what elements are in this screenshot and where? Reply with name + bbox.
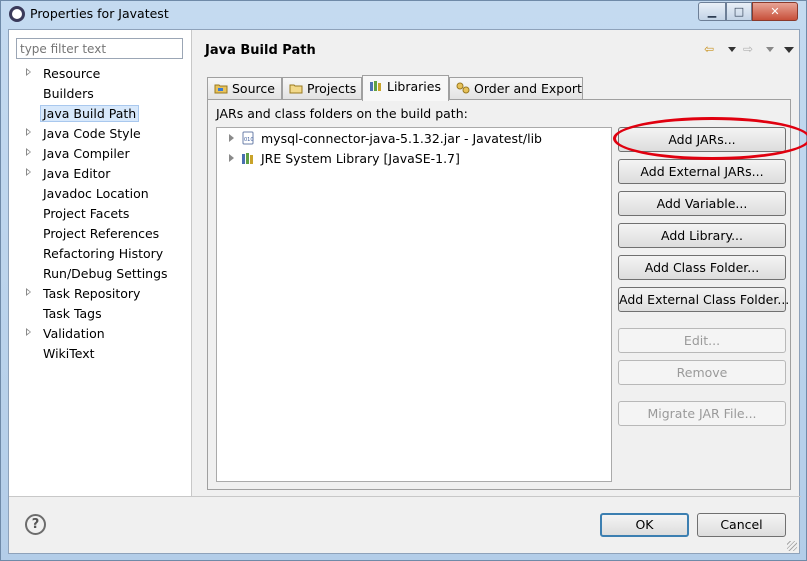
sidebar-item-label: Resource — [43, 66, 101, 81]
add-class-folder-button[interactable]: Add Class Folder... — [618, 255, 786, 280]
tab-projects[interactable]: Projects — [282, 77, 362, 99]
main-panel: Java Build Path ⇦ ⇨ Source Projects Libr… — [193, 30, 807, 496]
sidebar-item-label: Java Code Style — [43, 126, 141, 141]
edit-button[interactable]: Edit... — [618, 328, 786, 353]
add-external-class-folder-button[interactable]: Add External Class Folder... — [618, 287, 789, 312]
title-bar[interactable]: Properties for Javatest ▁ □ ✕ — [1, 1, 806, 27]
ok-button[interactable]: OK — [600, 513, 689, 537]
sidebar-item-project-references[interactable]: Project References — [9, 224, 192, 243]
migrate-jar-button[interactable]: Migrate JAR File... — [618, 401, 786, 426]
tab-source[interactable]: Source — [207, 77, 282, 99]
list-item[interactable]: 010 mysql-connector-java-5.1.32.jar - Ja… — [217, 129, 611, 149]
expand-arrow-icon[interactable] — [26, 148, 31, 156]
expand-arrow-icon[interactable] — [229, 134, 234, 142]
expand-arrow-icon[interactable] — [26, 128, 31, 136]
preference-nav: Resource Builders Java Build Path Java Code… — [9, 30, 192, 496]
sidebar-item-refactoring-history[interactable]: Refactoring History — [9, 244, 192, 263]
minimize-button[interactable]: ▁ — [698, 2, 726, 21]
order-export-icon — [456, 82, 470, 94]
help-icon[interactable]: ? — [25, 514, 46, 535]
footer-divider — [9, 496, 801, 497]
expand-arrow-icon[interactable] — [229, 154, 234, 162]
filter-input[interactable] — [16, 38, 183, 59]
sidebar-item-label: Java Build Path — [40, 105, 140, 122]
sidebar-item-resource[interactable]: Resource — [9, 64, 192, 83]
maximize-button[interactable]: □ — [726, 2, 752, 21]
window-title: Properties for Javatest — [30, 6, 169, 21]
expand-arrow-icon[interactable] — [26, 68, 31, 76]
sidebar-item-label: Java Editor — [43, 166, 111, 181]
cancel-button[interactable]: Cancel — [697, 513, 786, 537]
add-external-jars-button[interactable]: Add External JARs... — [618, 159, 786, 184]
back-arrow-icon[interactable]: ⇦ — [704, 42, 714, 56]
sidebar-item-task-repository[interactable]: Task Repository — [9, 284, 192, 303]
page-title: Java Build Path — [205, 43, 316, 58]
back-dropdown-icon[interactable] — [728, 47, 736, 52]
tab-order-and-export[interactable]: Order and Export — [449, 77, 583, 99]
build-path-label: JARs and class folders on the build path… — [216, 106, 468, 121]
add-jars-button[interactable]: Add JARs... — [618, 127, 786, 152]
sidebar-item-label: Run/Debug Settings — [43, 266, 168, 281]
source-folder-icon — [214, 82, 228, 94]
view-menu-icon[interactable] — [784, 47, 794, 53]
sidebar-item-java-editor[interactable]: Java Editor — [9, 164, 192, 183]
sidebar-item-label: Builders — [43, 86, 94, 101]
eclipse-app-icon — [9, 6, 25, 22]
sidebar-item-validation[interactable]: Validation — [9, 324, 192, 343]
forward-dropdown-icon[interactable] — [766, 47, 774, 52]
sidebar-item-label: Java Compiler — [43, 146, 130, 161]
sidebar-item-label: Task Tags — [43, 306, 102, 321]
dialog-body: Resource Builders Java Build Path Java Code… — [8, 29, 807, 554]
expand-arrow-icon[interactable] — [26, 168, 31, 176]
sidebar-item-label: Javadoc Location — [43, 186, 149, 201]
sidebar-item-label: WikiText — [43, 346, 95, 361]
sidebar-item-label: Refactoring History — [43, 246, 164, 261]
maximize-icon: □ — [733, 5, 745, 18]
libraries-icon — [369, 80, 383, 92]
add-library-button[interactable]: Add Library... — [618, 223, 786, 248]
resize-grip[interactable] — [787, 541, 797, 551]
sidebar-item-wikitext[interactable]: WikiText — [9, 344, 192, 363]
svg-text:010: 010 — [244, 137, 254, 143]
sidebar-item-javadoc-location[interactable]: Javadoc Location — [9, 184, 192, 203]
remove-button[interactable]: Remove — [618, 360, 786, 385]
tab-libraries[interactable]: Libraries — [362, 75, 449, 101]
sidebar-item-run-debug-settings[interactable]: Run/Debug Settings — [9, 264, 192, 283]
expand-arrow-icon[interactable] — [26, 288, 31, 296]
sidebar-item-label: Validation — [43, 326, 105, 341]
sidebar-item-label: Project Facets — [43, 206, 130, 221]
close-button[interactable]: ✕ — [752, 2, 798, 21]
jre-library-icon — [241, 151, 255, 165]
properties-window: Properties for Javatest ▁ □ ✕ Resource Bu… — [0, 0, 807, 561]
minimize-icon: ▁ — [707, 5, 717, 18]
sidebar-item-label: Project References — [43, 226, 160, 241]
sidebar-item-task-tags[interactable]: Task Tags — [9, 304, 192, 323]
sidebar-item-java-code-style[interactable]: Java Code Style — [9, 124, 192, 143]
sidebar-item-project-facets[interactable]: Project Facets — [9, 204, 192, 223]
sidebar-item-label: Task Repository — [43, 286, 141, 301]
forward-arrow-icon[interactable]: ⇨ — [743, 42, 753, 56]
add-variable-button[interactable]: Add Variable... — [618, 191, 786, 216]
libraries-panel: JARs and class folders on the build path… — [207, 99, 807, 490]
sidebar-item-builders[interactable]: Builders — [9, 84, 192, 103]
sidebar-item-java-compiler[interactable]: Java Compiler — [9, 144, 192, 163]
projects-icon — [289, 82, 303, 94]
library-list[interactable]: 010 mysql-connector-java-5.1.32.jar - Ja… — [216, 127, 612, 482]
sidebar-item-java-build-path[interactable]: Java Build Path — [9, 104, 192, 123]
list-item[interactable]: JRE System Library [JavaSE-1.7] — [217, 149, 611, 169]
jar-icon: 010 — [241, 131, 255, 145]
expand-arrow-icon[interactable] — [26, 328, 31, 336]
close-icon: ✕ — [770, 5, 780, 18]
